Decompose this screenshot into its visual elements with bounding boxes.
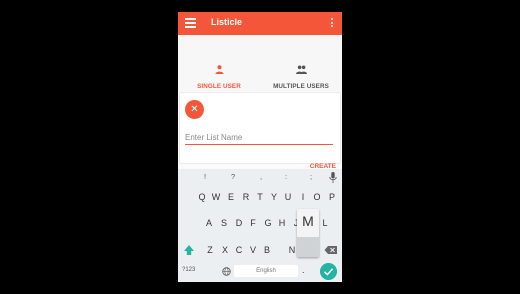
key[interactable]: L [319,214,331,232]
key[interactable]: G [262,214,274,232]
key[interactable]: S [218,214,230,232]
key[interactable]: O [311,188,323,206]
enter-check-icon[interactable] [320,263,337,280]
tab-single-user[interactable]: SINGLE USER [178,65,260,91]
suggestion-key[interactable]: , [260,172,262,184]
people-icon [295,65,307,74]
pressed-key-label: M [302,213,314,229]
suggestion-key[interactable]: ? [231,172,235,184]
numbers-key[interactable]: ?123 [182,267,195,273]
space-bar[interactable]: English [234,265,298,277]
suggestion-key[interactable]: ; [310,172,312,184]
key[interactable]: Y [268,188,280,206]
key[interactable]: H [276,214,288,232]
phone-screen: Listicle SINGLE USER MULTIPLE USERS ✕ CR… [178,12,342,282]
key[interactable]: A [203,214,215,232]
close-button[interactable]: ✕ [185,100,204,119]
key[interactable]: B [261,241,273,259]
shift-icon[interactable] [182,241,196,259]
suggestion-key[interactable]: : [285,172,287,184]
key-press-popup: M [297,209,319,257]
key[interactable]: Q [196,188,208,206]
menu-icon[interactable] [185,18,196,28]
key[interactable]: I [297,188,309,206]
microphone-icon[interactable] [329,172,337,183]
tab-multiple-users[interactable]: MULTIPLE USERS [260,65,342,91]
key[interactable]: V [247,241,259,259]
key[interactable]: P [326,188,338,206]
backspace-icon[interactable] [324,241,338,259]
period-key[interactable]: . [302,265,308,277]
suggestion-key[interactable]: ! [204,172,206,184]
person-icon [215,65,223,74]
key[interactable]: E [225,188,237,206]
soft-keyboard: ! ? , : ; Q W E R T Y U I O P A S D F G [178,169,342,282]
app-title: Listicle [211,17,243,27]
tab-bar: SINGLE USER MULTIPLE USERS [178,35,342,114]
app-bar: Listicle [178,12,342,35]
new-list-card: ✕ CREATE [180,93,340,170]
key[interactable]: D [233,214,245,232]
key[interactable]: X [219,241,231,259]
key[interactable]: C [233,241,245,259]
list-name-input[interactable] [185,130,333,145]
key[interactable]: R [240,188,252,206]
tab-single-user-label: SINGLE USER [197,83,241,90]
more-options-icon[interactable] [331,18,334,29]
pressed-key-base [297,237,319,257]
key[interactable]: W [210,188,222,206]
globe-icon[interactable] [222,267,231,276]
tab-multiple-users-label: MULTIPLE USERS [273,83,329,90]
key[interactable]: U [282,188,294,206]
key[interactable]: Z [204,241,216,259]
key[interactable]: F [247,214,259,232]
key[interactable]: T [254,188,266,206]
